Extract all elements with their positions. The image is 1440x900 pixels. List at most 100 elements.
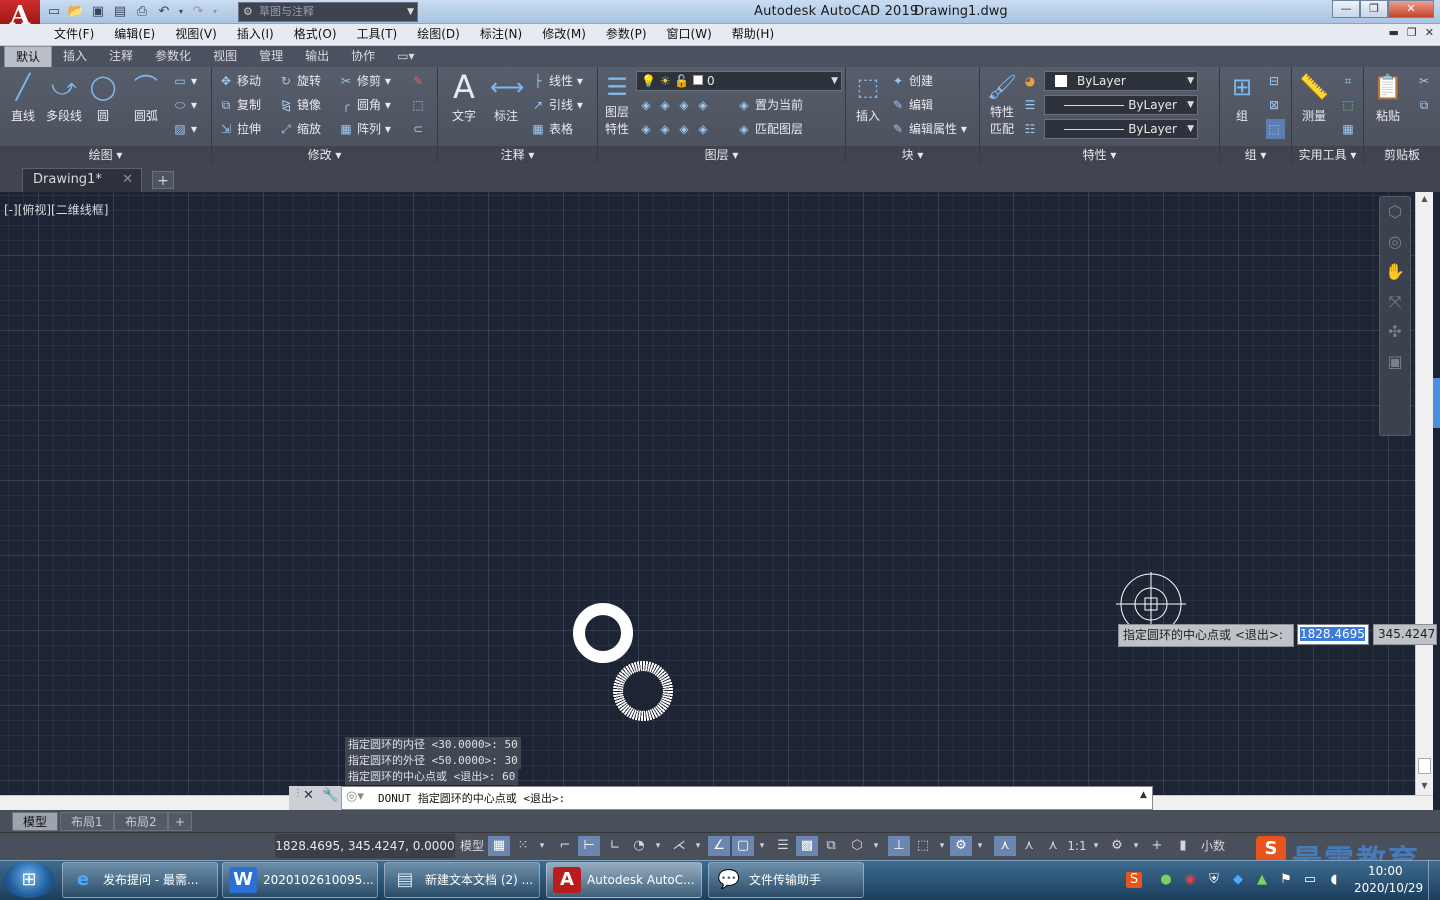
scroll-up-icon[interactable]: ▲ <box>1416 192 1433 206</box>
donut-hatched[interactable] <box>613 661 673 721</box>
task-browser[interactable]: e 发布提问 - 最需... <box>62 862 218 898</box>
showmotion-icon[interactable]: ▣ <box>1380 347 1410 377</box>
tab-manage[interactable]: 管理 <box>248 46 294 67</box>
drawing-canvas[interactable] <box>0 192 1415 795</box>
open-icon[interactable]: 📂 <box>66 3 86 21</box>
transparency-icon[interactable]: ▩ <box>796 836 818 856</box>
panel-groups-title[interactable]: 组 ▾ <box>1220 146 1291 164</box>
doc-close-icon[interactable]: ✕ <box>1425 26 1434 39</box>
weibo-icon[interactable]: ◉ <box>1182 872 1198 888</box>
wrench-icon[interactable]: 🔧 <box>322 788 338 803</box>
viewcube-icon[interactable]: ⬡ <box>1380 197 1410 227</box>
menu-parametric[interactable]: 参数(P) <box>596 24 657 45</box>
clock-time[interactable]: 10:00 <box>1368 864 1403 878</box>
donut-solid[interactable] <box>573 603 633 663</box>
wechat-tray-icon[interactable]: ● <box>1158 872 1174 888</box>
redo-icon[interactable]: ↷ <box>188 3 208 21</box>
menu-file[interactable]: 文件(F) <box>44 24 104 45</box>
layer-tools-row-1[interactable]: ◈ ◈ ◈ ◈ <box>638 95 714 115</box>
nvidia-icon[interactable]: ▲ <box>1254 872 1270 888</box>
add-layout-button[interactable]: + <box>168 812 193 831</box>
stretch-button[interactable]: ⇲ 拉伸 <box>218 119 261 139</box>
maximize-button[interactable]: ❐ <box>1360 0 1388 18</box>
workspace-dropdown-icon[interactable]: ▾ <box>1130 836 1142 856</box>
orbit-icon[interactable]: ✣ <box>1380 317 1410 347</box>
print-icon[interactable]: ⎙ <box>132 3 152 21</box>
object-snap-tracking-icon[interactable]: ∠ <box>708 836 730 856</box>
gizmo-icon[interactable]: ⚙ <box>950 836 972 856</box>
selection-cycling-icon[interactable]: ⧉ <box>820 836 842 856</box>
table-button[interactable]: ▦ 表格 <box>530 119 573 139</box>
doc-restore-icon[interactable]: ❐ <box>1407 26 1417 39</box>
panel-modify-title[interactable]: 修改 ▾ <box>212 146 437 164</box>
snap-dropdown-icon[interactable]: ▾ <box>536 836 548 856</box>
rectangle-button[interactable]: ▭ ▾ <box>172 71 197 91</box>
clock-date[interactable]: 2020/10/29 <box>1354 881 1423 895</box>
model-space-button[interactable]: 模型 <box>458 836 486 856</box>
fillet-button[interactable]: ╭ 圆角 ▾ <box>338 95 390 115</box>
coordinate-readout[interactable]: 1828.4695, 345.4247, 0.0000 <box>275 834 455 858</box>
panel-block-title[interactable]: 块 ▾ <box>846 146 979 164</box>
close-icon[interactable]: ✕ <box>303 788 314 803</box>
dynamic-ucs-icon[interactable]: ⊥ <box>888 836 910 856</box>
workspace-switcher[interactable]: ⚙ 草图与注释 ▼ <box>238 2 418 22</box>
lineweight-dropdown[interactable]: ByLayer ▼ <box>1044 119 1198 139</box>
make-current-button[interactable]: ◈ 置为当前 <box>736 95 803 115</box>
annotation-visibility-icon[interactable]: ⋏ <box>994 836 1016 856</box>
task-word[interactable]: W 2020102610095... <box>222 862 378 898</box>
hatch-button[interactable]: ▨ ▾ <box>172 119 197 139</box>
units-value[interactable]: 小数 <box>1196 836 1230 856</box>
edit-block-button[interactable]: ✎ 编辑 <box>890 95 933 115</box>
edit-attribute-button[interactable]: ✎ 编辑属性 ▾ <box>890 119 967 139</box>
move-button[interactable]: ✥ 移动 <box>218 71 261 91</box>
polar-tracking-icon[interactable]: ◔ <box>628 836 650 856</box>
menu-insert[interactable]: 插入(I) <box>227 24 284 45</box>
color-dropdown[interactable]: ByLayer ▼ <box>1044 71 1198 91</box>
cube-icon[interactable]: ◆ <box>1230 872 1246 888</box>
menu-view[interactable]: 视图(V) <box>165 24 227 45</box>
3d-osnap-dropdown-icon[interactable]: ▾ <box>870 836 882 856</box>
ellipse-button[interactable]: ⬭ ▾ <box>172 95 197 115</box>
menu-draw[interactable]: 绘图(D) <box>407 24 470 45</box>
scale-dropdown-icon[interactable]: ▾ <box>1090 836 1102 856</box>
erase-button[interactable]: ✎ <box>410 71 429 91</box>
line-button[interactable]: ╱ 直线 <box>4 71 42 124</box>
array-button[interactable]: ▦ 阵列 ▾ <box>338 119 391 139</box>
match-layer-button[interactable]: ◈ 匹配图层 <box>736 119 803 139</box>
close-button[interactable]: ✕ <box>1388 0 1434 18</box>
calculator-button[interactable]: ▦ <box>1340 119 1359 139</box>
dimension-button[interactable]: ⟷ 标注 <box>486 71 526 124</box>
panel-annotation-title[interactable]: 注释 ▾ <box>438 146 597 164</box>
ribbon-options-icon[interactable]: ▭▾ <box>386 46 425 67</box>
new-tab-button[interactable]: + <box>152 171 174 189</box>
text-button[interactable]: A 文字 <box>444 71 484 124</box>
panel-utilities-title[interactable]: 实用工具 ▾ <box>1292 146 1363 164</box>
create-block-button[interactable]: ✦ 创建 <box>890 71 933 91</box>
save-as-icon[interactable]: ▤ <box>110 3 130 21</box>
zoom-icon[interactable]: ⤧ <box>1380 287 1410 317</box>
menu-edit[interactable]: 编辑(E) <box>104 24 165 45</box>
command-history-toggle-icon[interactable]: ▲ <box>1140 790 1147 800</box>
menu-dimension[interactable]: 标注(N) <box>470 24 532 45</box>
doc-minimize-icon[interactable]: ▬ <box>1389 26 1399 39</box>
flag-icon[interactable]: ⚑ <box>1278 872 1294 888</box>
quick-calc-button[interactable]: ⌗ <box>1340 71 1359 91</box>
task-autocad[interactable]: A Autodesk AutoC... <box>546 862 702 898</box>
network-icon[interactable]: ▭ <box>1302 872 1318 888</box>
panel-layers-title[interactable]: 图层 ▾ <box>598 146 845 164</box>
menu-modify[interactable]: 修改(M) <box>532 24 596 45</box>
explode-button[interactable]: ⬚ <box>410 95 429 115</box>
dynamic-input-y[interactable]: 345.4247 <box>1373 624 1437 645</box>
layer-properties-button[interactable]: ☰ 图层 特性 <box>600 71 634 137</box>
linetype-dropdown[interactable]: ByLayer ▼ <box>1044 95 1198 115</box>
panel-clipboard-title[interactable]: 剪贴板 <box>1364 146 1440 164</box>
auto-scale-icon[interactable]: ⋏ <box>1018 836 1040 856</box>
object-snap-icon[interactable]: ▢ <box>732 836 754 856</box>
scale-button[interactable]: ⤢ 缩放 <box>278 119 321 139</box>
panel-draw-title[interactable]: 绘图 ▾ <box>0 146 211 164</box>
tab-model[interactable]: 模型 <box>12 812 59 831</box>
3d-osnap-icon[interactable]: ⬡ <box>846 836 868 856</box>
redo-dropdown-icon[interactable]: ▾ <box>210 3 220 21</box>
leader-button[interactable]: ↗ 引线 ▾ <box>530 95 583 115</box>
insert-block-button[interactable]: ⬚ 插入 <box>850 71 886 124</box>
